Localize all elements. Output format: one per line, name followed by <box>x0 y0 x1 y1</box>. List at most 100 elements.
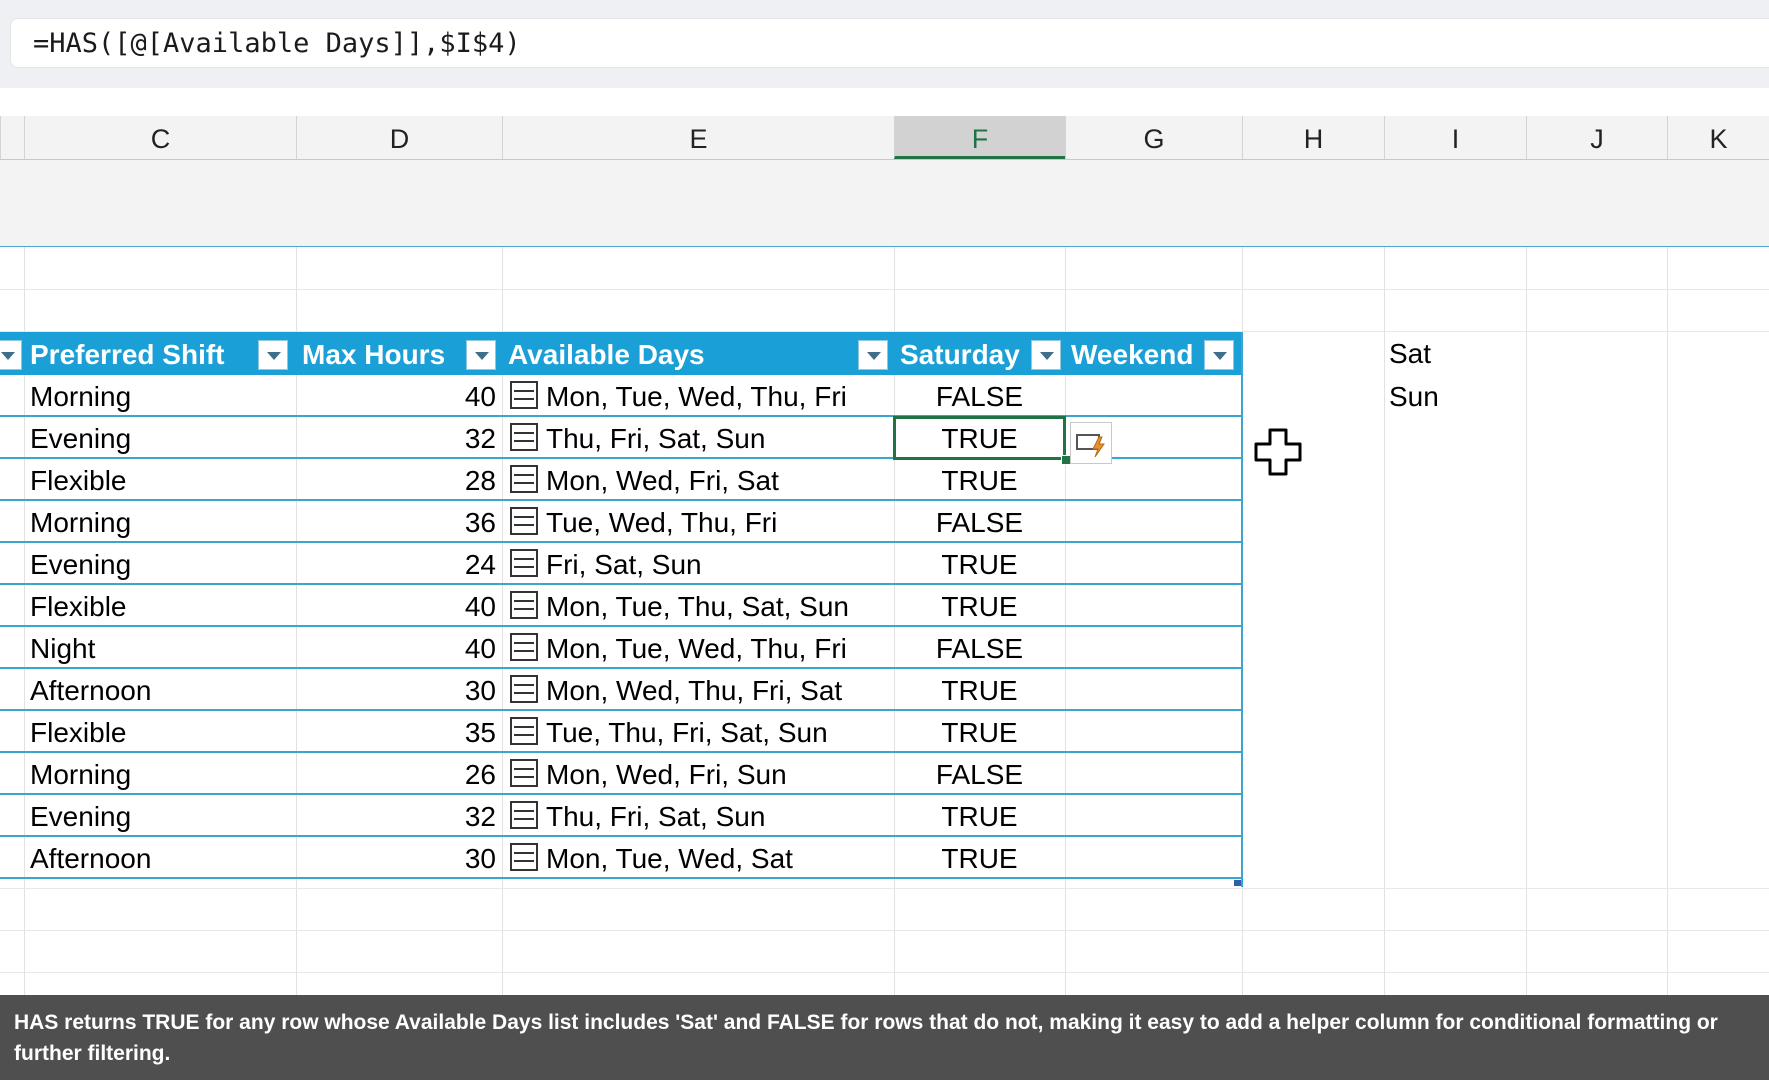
cell-preferred-shift[interactable]: Morning <box>0 375 296 417</box>
array-icon <box>510 507 538 535</box>
column-header-f[interactable]: F <box>894 116 1065 159</box>
cell-preferred-shift[interactable]: Night <box>0 627 296 669</box>
cell-i5[interactable]: Sun <box>1389 375 1439 419</box>
cell-max-hours[interactable]: 40 <box>296 585 502 627</box>
table-row[interactable]: Afternoon 30 Mon, Wed, Thu, Fri, Sat TRU… <box>0 669 1242 711</box>
cell-saturday[interactable]: TRUE <box>894 543 1065 585</box>
table-row[interactable]: Evening 32 Thu, Fri, Sat, Sun TRUE <box>0 795 1242 837</box>
cell-available-days[interactable]: Fri, Sat, Sun <box>502 543 894 585</box>
cell-available-days[interactable]: Mon, Tue, Wed, Sat <box>502 837 894 879</box>
cell-saturday[interactable]: FALSE <box>894 627 1065 669</box>
cell-available-days[interactable]: Tue, Wed, Thu, Fri <box>502 501 894 543</box>
active-cell-selection[interactable] <box>893 416 1066 460</box>
column-header-g[interactable]: G <box>1065 116 1242 159</box>
cell-preferred-shift[interactable]: Evening <box>0 543 296 585</box>
cell-available-days[interactable]: Mon, Tue, Wed, Thu, Fri <box>502 627 894 669</box>
cell-saturday[interactable]: FALSE <box>894 753 1065 795</box>
cell-text: Mon, Tue, Wed, Thu, Fri <box>546 633 847 664</box>
cell-preferred-shift[interactable]: Evening <box>0 795 296 837</box>
array-icon <box>510 675 538 703</box>
cell-saturday[interactable]: FALSE <box>894 375 1065 417</box>
cell-text: Mon, Wed, Fri, Sun <box>546 759 787 790</box>
array-icon <box>510 633 538 661</box>
filter-dropdown-icon[interactable] <box>1204 340 1234 370</box>
header-label: Saturday <box>900 339 1020 370</box>
cell-max-hours[interactable]: 36 <box>296 501 502 543</box>
column-header-i[interactable]: I <box>1384 116 1526 159</box>
cell-max-hours[interactable]: 32 <box>296 795 502 837</box>
cell-available-days[interactable]: Thu, Fri, Sat, Sun <box>502 417 894 459</box>
cell-i4[interactable]: Sat <box>1389 332 1431 376</box>
cell-text: Fri, Sat, Sun <box>546 549 702 580</box>
cell-available-days[interactable]: Mon, Wed, Thu, Fri, Sat <box>502 669 894 711</box>
table-resize-handle[interactable] <box>1234 880 1241 886</box>
cell-preferred-shift[interactable]: Evening <box>0 417 296 459</box>
header-label: Preferred Shift <box>30 339 225 370</box>
cell-text: Mon, Wed, Thu, Fri, Sat <box>546 675 843 706</box>
column-header-h[interactable]: H <box>1242 116 1384 159</box>
table-row[interactable]: Flexible 35 Tue, Thu, Fri, Sat, Sun TRUE <box>0 711 1242 753</box>
cell-max-hours[interactable]: 35 <box>296 711 502 753</box>
table-row[interactable]: Afternoon 30 Mon, Tue, Wed, Sat TRUE <box>0 837 1242 879</box>
cell-preferred-shift[interactable]: Flexible <box>0 459 296 501</box>
cell-available-days[interactable]: Mon, Tue, Thu, Sat, Sun <box>502 585 894 627</box>
cell-saturday[interactable]: TRUE <box>894 711 1065 753</box>
cell-preferred-shift[interactable]: Afternoon <box>0 837 296 879</box>
column-header-partial[interactable] <box>0 116 24 159</box>
array-icon <box>510 801 538 829</box>
cell-max-hours[interactable]: 40 <box>296 627 502 669</box>
cell-text: Mon, Tue, Wed, Sat <box>546 843 793 874</box>
column-header-strip: C D E F G H I J K <box>0 116 1769 160</box>
table-row[interactable]: Evening 24 Fri, Sat, Sun TRUE <box>0 543 1242 585</box>
column-header-e[interactable]: E <box>502 116 894 159</box>
table-row[interactable]: Morning 36 Tue, Wed, Thu, Fri FALSE <box>0 501 1242 543</box>
cell-preferred-shift[interactable]: Flexible <box>0 585 296 627</box>
filter-dropdown-icon[interactable] <box>1031 340 1061 370</box>
filter-dropdown-icon[interactable] <box>858 340 888 370</box>
formula-bar-input[interactable]: =HAS([@[Available Days]],$I$4) <box>10 18 1769 68</box>
cell-preferred-shift[interactable]: Morning <box>0 753 296 795</box>
table-row[interactable]: Flexible 40 Mon, Tue, Thu, Sat, Sun TRUE <box>0 585 1242 627</box>
plus-cursor-icon <box>1254 428 1302 476</box>
table-row[interactable]: Morning 26 Mon, Wed, Fri, Sun FALSE <box>0 753 1242 795</box>
cell-saturday[interactable]: TRUE <box>894 459 1065 501</box>
cell-preferred-shift[interactable]: Flexible <box>0 711 296 753</box>
cell-max-hours[interactable]: 24 <box>296 543 502 585</box>
column-header-j[interactable]: J <box>1526 116 1667 159</box>
frozen-header-band <box>0 160 1769 248</box>
table-row[interactable]: Morning 40 Mon, Tue, Wed, Thu, Fri FALSE <box>0 375 1242 417</box>
cell-saturday[interactable]: TRUE <box>894 669 1065 711</box>
quick-analysis-button[interactable] <box>1070 422 1112 464</box>
cell-available-days[interactable]: Thu, Fri, Sat, Sun <box>502 795 894 837</box>
cell-saturday[interactable]: TRUE <box>894 837 1065 879</box>
table-right-border <box>1241 332 1243 887</box>
table-row[interactable]: Night 40 Mon, Tue, Wed, Thu, Fri FALSE <box>0 627 1242 669</box>
cell-max-hours[interactable]: 32 <box>296 417 502 459</box>
cell-text: Thu, Fri, Sat, Sun <box>546 423 766 454</box>
cell-available-days[interactable]: Mon, Wed, Fri, Sun <box>502 753 894 795</box>
cell-max-hours[interactable]: 30 <box>296 837 502 879</box>
filter-dropdown-icon[interactable] <box>466 340 496 370</box>
cell-saturday[interactable]: TRUE <box>894 585 1065 627</box>
cell-preferred-shift[interactable]: Afternoon <box>0 669 296 711</box>
cell-preferred-shift[interactable]: Morning <box>0 501 296 543</box>
table-row[interactable]: Flexible 28 Mon, Wed, Fri, Sat TRUE <box>0 459 1242 501</box>
cell-available-days[interactable]: Mon, Wed, Fri, Sat <box>502 459 894 501</box>
column-header-c[interactable]: C <box>24 116 296 159</box>
cell-saturday[interactable]: TRUE <box>894 795 1065 837</box>
array-icon <box>510 717 538 745</box>
filter-dropdown-icon[interactable] <box>258 340 288 370</box>
column-header-d[interactable]: D <box>296 116 502 159</box>
cell-max-hours[interactable]: 28 <box>296 459 502 501</box>
cell-max-hours[interactable]: 30 <box>296 669 502 711</box>
filter-dropdown-icon[interactable] <box>0 340 22 370</box>
cell-saturday[interactable]: FALSE <box>894 501 1065 543</box>
column-header-k[interactable]: K <box>1667 116 1769 159</box>
cell-max-hours[interactable]: 40 <box>296 375 502 417</box>
cell-available-days[interactable]: Mon, Tue, Wed, Thu, Fri <box>502 375 894 417</box>
table-header-weekend: Weekend <box>1065 332 1242 375</box>
cell-max-hours[interactable]: 26 <box>296 753 502 795</box>
cell-text: Tue, Wed, Thu, Fri <box>546 507 778 538</box>
cell-available-days[interactable]: Tue, Thu, Fri, Sat, Sun <box>502 711 894 753</box>
cell-text: Tue, Thu, Fri, Sat, Sun <box>546 717 828 748</box>
